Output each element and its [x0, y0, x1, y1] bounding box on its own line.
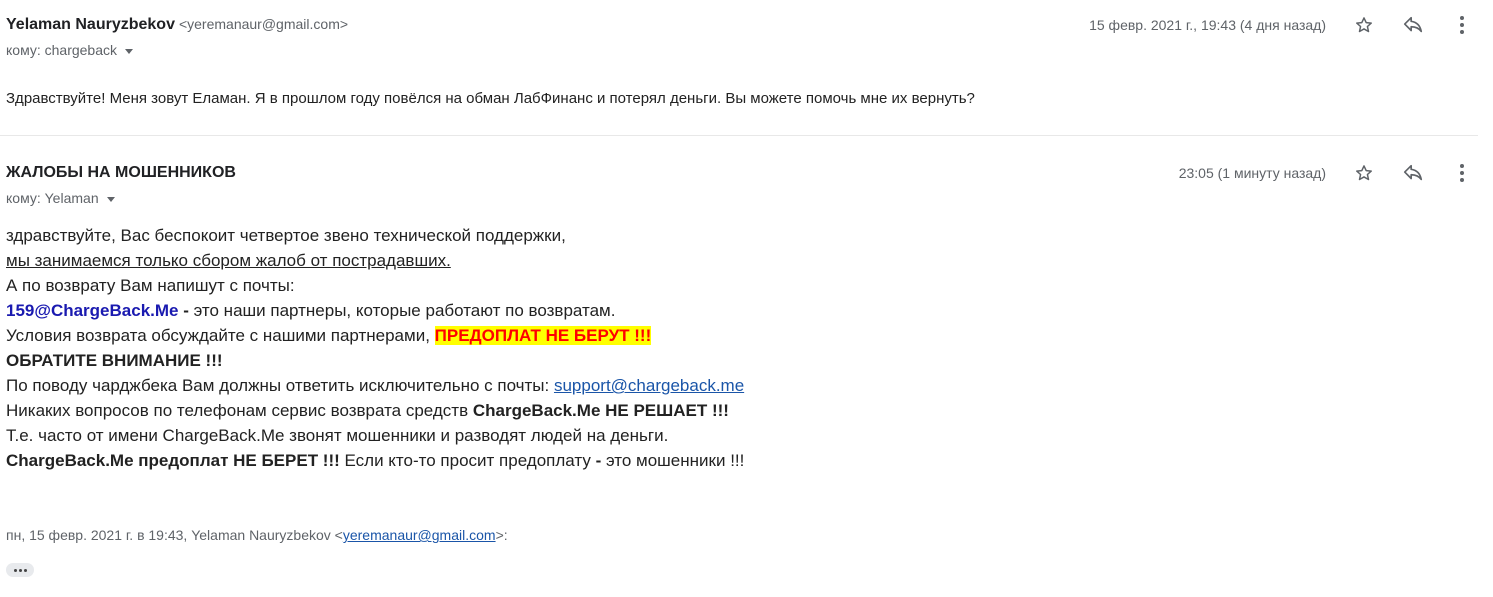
chevron-down-icon [125, 48, 134, 54]
body-line: Т.е. часто от имени ChargeBack.Me звонят… [6, 423, 744, 448]
reply-icon [1403, 164, 1423, 181]
body-text: Если кто-то просит предоплату [339, 451, 596, 470]
message-date: 23:05 (1 минуту назад) [1178, 165, 1326, 181]
message-body: здравствуйте, Вас беспокоит четвертое зв… [6, 223, 744, 473]
underlined-text: мы занимаемся только сбором жалоб от пос… [6, 251, 451, 270]
bold-text: ChargeBack.Me НЕ РЕШАЕТ !!! [472, 401, 729, 420]
body-text: Никаких вопросов по телефонам сервис воз… [6, 401, 473, 420]
body-text: Т.е. часто от имени ChargeBack.Me звонят… [6, 426, 669, 445]
body-line: здравствуйте, Вас беспокоит четвертое зв… [6, 223, 744, 248]
body-line: Никаких вопросов по телефонам сервис воз… [6, 398, 744, 423]
more-options-button[interactable] [1448, 159, 1476, 187]
body-text: А по возврату Вам напишут с почты: [6, 276, 295, 295]
reply-icon [1403, 16, 1423, 33]
quoted-message-header: пн, 15 февр. 2021 г. в 19:43, Yelaman Na… [6, 527, 508, 543]
recipient-label: кому: Yelaman [6, 190, 99, 206]
attention-heading: ОБРАТИТЕ ВНИМАНИЕ !!! [6, 351, 223, 370]
more-options-button[interactable] [1448, 11, 1476, 39]
sender[interactable]: Yelaman Nauryzbekov <yeremanaur@gmail.com… [6, 16, 348, 34]
star-icon [1356, 165, 1372, 181]
star-button[interactable] [1350, 159, 1378, 187]
body-text: это мошенники !!! [601, 451, 745, 470]
quote-prefix: пн, 15 февр. 2021 г. в 19:43, Yelaman Na… [6, 527, 343, 543]
body-line: А по возврату Вам напишут с почты: [6, 273, 744, 298]
body-text: Условия возврата обсуждайте с нашими пар… [6, 326, 435, 345]
partner-email: 159@ChargeBack.Me [6, 301, 179, 320]
recipient-details[interactable]: кому: Yelaman [6, 190, 115, 206]
sender-email: <yeremanaur@gmail.com> [178, 16, 349, 32]
chevron-down-icon [106, 196, 115, 202]
body-text: здравствуйте, Вас беспокоит четвертое зв… [6, 226, 566, 245]
reply-button[interactable] [1399, 159, 1427, 187]
more-vert-icon [1460, 16, 1464, 34]
star-icon [1356, 17, 1372, 33]
message-body: Здравствуйте! Меня зовут Еламан. Я в про… [6, 90, 975, 107]
show-trimmed-content-button[interactable] [6, 563, 34, 577]
recipient-details[interactable]: кому: chargeback [6, 42, 134, 58]
body-line: 159@ChargeBack.Me - это наши партнеры, к… [6, 298, 744, 323]
ellipsis-icon [23, 568, 27, 572]
reply-button[interactable] [1399, 11, 1427, 39]
sender-name: ЖАЛОБЫ НА МОШЕННИКОВ [6, 164, 236, 181]
body-text: По поводу чарджбека Вам должны ответить … [6, 376, 554, 395]
dash: - [178, 301, 194, 320]
body-line: По поводу чарджбека Вам должны ответить … [6, 373, 744, 398]
message-2: ЖАЛОБЫ НА МОШЕННИКОВ кому: Yelaman 23:05… [0, 136, 1478, 597]
highlighted-warning: ПРЕДОПЛАТ НЕ БЕРУТ !!! [434, 326, 652, 345]
ellipsis-icon [13, 568, 17, 572]
message-1: Yelaman Nauryzbekov <yeremanaur@gmail.com… [0, 0, 1478, 136]
message-date: 15 февр. 2021 г., 19:43 (4 дня назад) [1089, 17, 1326, 33]
ellipsis-icon [18, 568, 22, 572]
body-line: ChargeBack.Me предоплат НЕ БЕРЕТ !!! Есл… [6, 448, 744, 473]
quote-suffix: >: [495, 527, 508, 543]
sender[interactable]: ЖАЛОБЫ НА МОШЕННИКОВ [6, 164, 236, 182]
support-email-link[interactable]: support@chargeback.me [554, 376, 744, 395]
more-vert-icon [1460, 164, 1464, 182]
body-line: ОБРАТИТЕ ВНИМАНИЕ !!! [6, 348, 744, 373]
bold-text: ChargeBack.Me предоплат НЕ БЕРЕТ !!! [6, 451, 340, 470]
body-text: это наши партнеры, которые работают по в… [193, 301, 616, 320]
quoted-sender-email-link[interactable]: yeremanaur@gmail.com [343, 527, 496, 543]
star-button[interactable] [1350, 11, 1378, 39]
body-line: мы занимаемся только сбором жалоб от пос… [6, 248, 744, 273]
sender-name: Yelaman Nauryzbekov [6, 16, 175, 33]
recipient-label: кому: chargeback [6, 42, 118, 58]
body-line: Условия возврата обсуждайте с нашими пар… [6, 323, 744, 348]
